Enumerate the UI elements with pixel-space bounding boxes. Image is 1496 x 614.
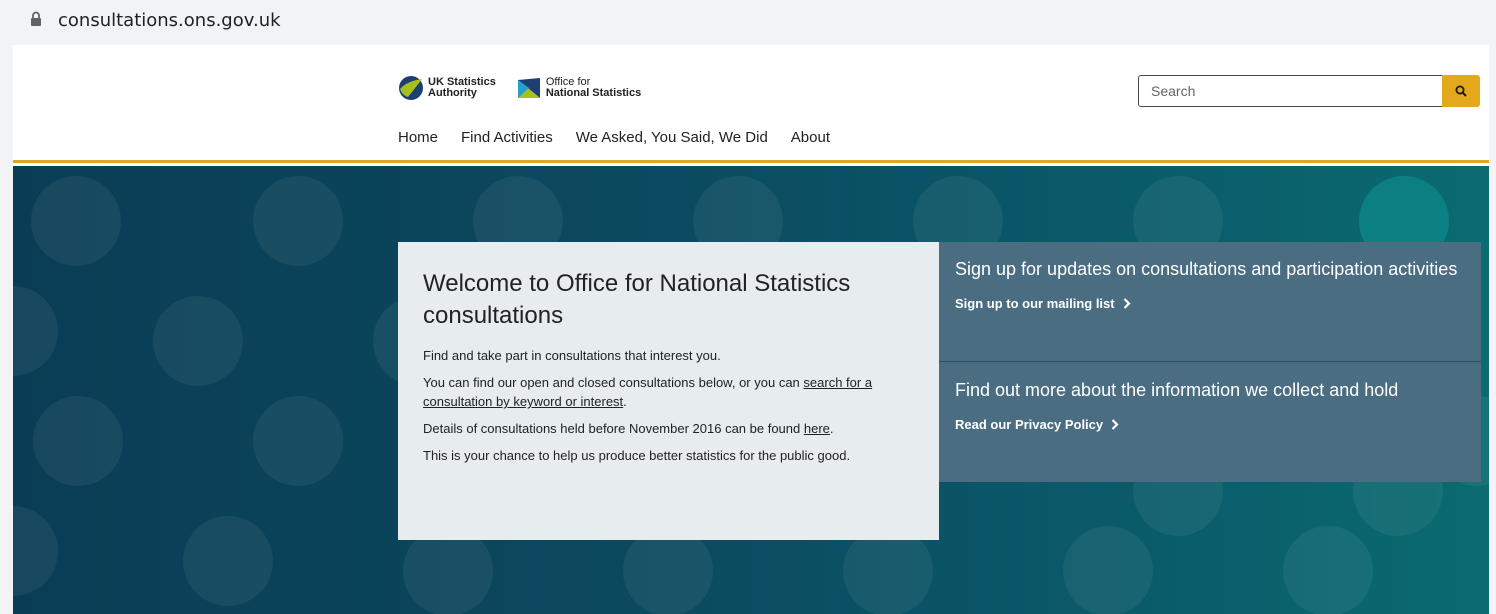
nav-about[interactable]: About <box>791 129 830 146</box>
background-dot <box>153 296 243 386</box>
welcome-chance-paragraph: This is your chance to help us produce b… <box>423 448 851 463</box>
ons-logo-line2: National Statistics <box>545 87 642 99</box>
welcome-archive-text: Details of consultations held before Nov… <box>423 421 804 436</box>
signup-block: Sign up for updates on consultations and… <box>939 242 1481 362</box>
chevron-right-icon <box>1111 419 1119 430</box>
archive-here-link[interactable]: here <box>804 421 830 436</box>
welcome-search-paragraph: You can find our open and closed consult… <box>423 373 914 411</box>
background-dot <box>1063 526 1153 614</box>
privacy-policy-link-label: Read our Privacy Policy <box>955 417 1104 432</box>
background-dot <box>13 506 58 596</box>
site-header: UK Statistics Authority Office for Natio… <box>13 45 1489 163</box>
background-dot <box>33 396 123 486</box>
background-dot <box>31 176 121 266</box>
ons-logo-text: Office for National Statistics <box>546 77 641 99</box>
welcome-archive-paragraph: Details of consultations held before Nov… <box>423 419 914 438</box>
welcome-card: Welcome to Office for National Statistic… <box>398 242 939 540</box>
privacy-policy-link[interactable]: Read our Privacy Policy <box>955 417 1119 432</box>
signup-heading: Sign up for updates on consultations and… <box>955 259 1458 279</box>
search-form <box>1138 75 1480 107</box>
search-input[interactable] <box>1138 75 1442 107</box>
privacy-heading: Find out more about the information we c… <box>955 380 1399 400</box>
uksa-logo-text: UK Statistics Authority <box>428 77 496 99</box>
chevron-right-icon <box>1123 298 1131 309</box>
mailing-list-link[interactable]: Sign up to our mailing list <box>955 296 1131 311</box>
side-panel: Sign up for updates on consultations and… <box>939 242 1481 482</box>
main-nav: Home Find Activities We Asked, You Said,… <box>398 129 853 146</box>
page: UK Statistics Authority Office for Natio… <box>13 45 1489 614</box>
nav-we-asked[interactable]: We Asked, You Said, We Did <box>576 129 768 146</box>
mailing-list-link-label: Sign up to our mailing list <box>955 296 1115 311</box>
background-dot <box>183 516 273 606</box>
uksa-logo-line2: Authority <box>428 87 477 99</box>
privacy-block: Find out more about the information we c… <box>939 363 1481 482</box>
background-dot <box>253 176 343 266</box>
url-text[interactable]: consultations.ons.gov.uk <box>58 10 281 31</box>
nav-home[interactable]: Home <box>398 129 438 146</box>
ons-logo[interactable]: Office for National Statistics <box>516 76 641 100</box>
browser-url-bar[interactable]: consultations.ons.gov.uk <box>0 0 1496 40</box>
welcome-search-text: You can find our open and closed consult… <box>423 375 804 390</box>
background-dot <box>253 396 343 486</box>
nav-find-activities[interactable]: Find Activities <box>461 129 553 146</box>
background-dot <box>1283 526 1373 614</box>
search-icon <box>1455 85 1467 97</box>
hero-banner: Welcome to Office for National Statistic… <box>13 166 1489 614</box>
uksa-logo[interactable]: UK Statistics Authority <box>398 75 496 101</box>
uksa-logo-icon <box>399 76 423 100</box>
welcome-intro: Find and take part in consultations that… <box>423 348 721 363</box>
welcome-search-period: . <box>623 394 627 409</box>
welcome-archive-period: . <box>829 421 834 436</box>
search-button[interactable] <box>1442 75 1480 107</box>
logos: UK Statistics Authority Office for Natio… <box>398 75 641 101</box>
background-dot <box>13 286 58 376</box>
lock-icon <box>30 11 44 29</box>
ons-logo-icon <box>517 78 540 98</box>
welcome-title: Welcome to Office for National Statistic… <box>423 270 851 329</box>
